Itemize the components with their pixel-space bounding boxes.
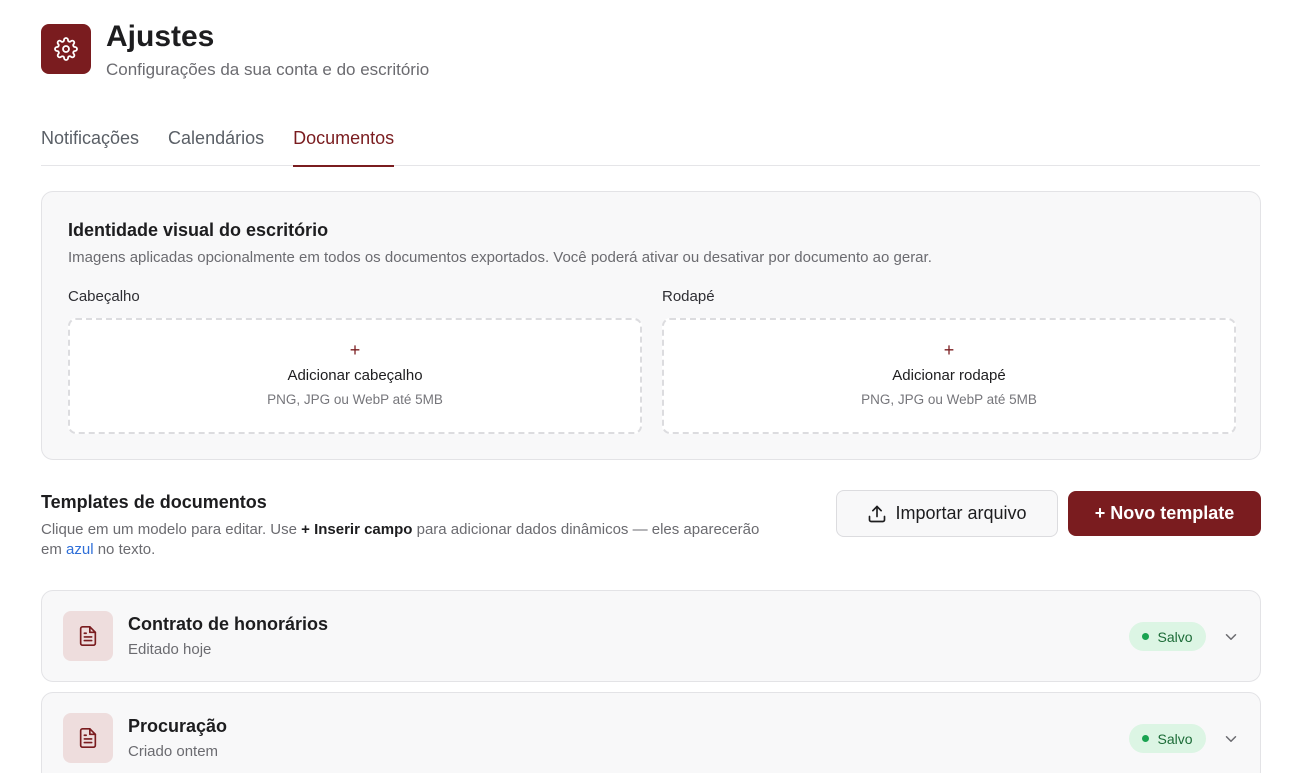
page-subtitle: Configurações da sua conta e do escritór… xyxy=(106,60,430,79)
tab-notificacoes[interactable]: Notificações xyxy=(41,120,139,166)
desc-text: no texto. xyxy=(93,541,156,558)
document-icon xyxy=(63,611,113,661)
visual-identity-title: Identidade visual do escritório xyxy=(68,220,329,240)
status-label: Salvo xyxy=(1157,730,1193,747)
footer-upload-dropzone[interactable]: + Adicionar rodapé PNG, JPG ou WebP até … xyxy=(662,318,1236,434)
template-title: Contrato de honorários xyxy=(128,614,329,634)
chevron-down-icon[interactable] xyxy=(1222,628,1240,646)
status-dot-icon xyxy=(1142,735,1150,742)
import-file-button[interactable]: Importar arquivo xyxy=(836,490,1058,537)
insert-field-hint: + Inserir campo xyxy=(301,521,413,538)
footer-upload-hint: PNG, JPG ou WebP até 5MB xyxy=(861,392,1037,407)
plus-icon: + xyxy=(349,340,361,360)
template-subtitle: Editado hoje xyxy=(128,641,212,658)
template-title: Procuração xyxy=(128,716,228,736)
document-icon xyxy=(63,713,113,763)
settings-tabs: Notificações Calendários Documentos xyxy=(41,120,1260,167)
visual-identity-card: Identidade visual do escritório Imagens … xyxy=(41,191,1261,460)
add-header-label: Adicionar cabeçalho xyxy=(287,367,423,384)
visual-identity-description: Imagens aplicadas opcionalmente em todos… xyxy=(68,249,932,266)
upload-icon xyxy=(869,505,886,522)
tab-calendarios[interactable]: Calendários xyxy=(168,120,264,166)
header-upload-dropzone[interactable]: + Adicionar cabeçalho PNG, JPG ou WebP a… xyxy=(68,318,642,434)
footer-upload-label: Rodapé xyxy=(662,288,715,305)
tab-documentos[interactable]: Documentos xyxy=(293,120,395,167)
templates-title: Templates de documentos xyxy=(41,492,267,512)
template-row[interactable]: Contrato de honorários Editado hoje Salv… xyxy=(41,590,1261,682)
header-upload-label: Cabeçalho xyxy=(68,288,140,305)
template-row[interactable]: Procuração Criado ontem Salvo xyxy=(41,692,1261,773)
gear-icon xyxy=(41,24,91,74)
page-title: Ajustes xyxy=(106,20,215,53)
chevron-down-icon[interactable] xyxy=(1222,730,1240,748)
import-file-label: Importar arquivo xyxy=(895,503,1027,523)
blue-word: azul xyxy=(66,541,94,558)
desc-text: Clique em um modelo para editar. Use xyxy=(41,521,302,538)
plus-icon: + xyxy=(943,340,955,360)
status-badge: Salvo xyxy=(1129,724,1206,753)
new-template-button[interactable]: + Novo template xyxy=(1068,491,1261,536)
add-footer-label: Adicionar rodapé xyxy=(892,367,1006,384)
page-header: Ajustes Configurações da sua conta e do … xyxy=(41,20,430,80)
status-label: Salvo xyxy=(1157,628,1193,645)
header-upload-hint: PNG, JPG ou WebP até 5MB xyxy=(267,392,443,407)
status-dot-icon xyxy=(1142,633,1150,640)
templates-description: Clique em um modelo para editar. Use + I… xyxy=(41,520,781,560)
status-badge: Salvo xyxy=(1129,622,1206,651)
template-subtitle: Criado ontem xyxy=(128,743,219,760)
